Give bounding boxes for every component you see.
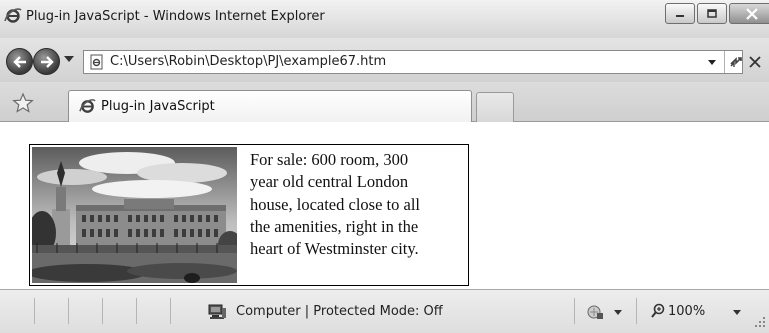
status-divider bbox=[636, 298, 637, 324]
favorites-star-icon[interactable] bbox=[12, 92, 34, 114]
listing-line: year old central London bbox=[250, 172, 409, 192]
palace-photo bbox=[32, 147, 237, 283]
status-divider bbox=[34, 298, 35, 324]
status-bar: Computer | Protected Mode: Off 100% bbox=[0, 289, 769, 333]
listing-line: heart of Westminster city. bbox=[250, 239, 419, 259]
maximize-button[interactable] bbox=[697, 3, 727, 24]
status-divider bbox=[136, 298, 137, 324]
zoom-level[interactable]: 100% bbox=[668, 304, 705, 319]
tab-label: Plug-in JavaScript bbox=[101, 99, 215, 114]
address-url[interactable]: C:\Users\Robin\Desktop\PJ\example67.htm bbox=[110, 54, 386, 69]
navigation-bar: C:\Users\Robin\Desktop\PJ\example67.htm bbox=[0, 38, 769, 82]
close-icon bbox=[746, 7, 758, 20]
security-icon[interactable] bbox=[586, 304, 604, 320]
listing-description: For sale: 600 room, 300 year old central… bbox=[250, 149, 466, 260]
minimize-button[interactable] bbox=[665, 3, 695, 24]
tab-plug-in-javascript[interactable]: Plug-in JavaScript bbox=[68, 90, 472, 122]
back-button[interactable] bbox=[6, 48, 33, 75]
property-listing: For sale: 600 room, 300 year old central… bbox=[29, 144, 469, 286]
ie-tab-icon bbox=[79, 99, 96, 113]
listing-line: For sale: 600 room, 300 bbox=[250, 150, 409, 169]
address-bar[interactable]: C:\Users\Robin\Desktop\PJ\example67.htm bbox=[83, 50, 743, 74]
address-dropdown[interactable] bbox=[708, 60, 716, 65]
status-divider bbox=[102, 298, 103, 324]
zoom-icon[interactable] bbox=[650, 303, 666, 319]
forward-button[interactable] bbox=[33, 48, 60, 75]
minimize-icon bbox=[676, 14, 684, 17]
computer-zone-icon bbox=[208, 304, 226, 319]
status-divider bbox=[68, 298, 69, 324]
zoom-dropdown[interactable] bbox=[733, 310, 741, 315]
page-icon bbox=[90, 54, 103, 70]
close-button[interactable] bbox=[729, 3, 769, 24]
address-separator bbox=[724, 51, 725, 73]
security-zone-text[interactable]: Computer | Protected Mode: Off bbox=[236, 304, 443, 319]
resize-grip-icon[interactable] bbox=[752, 314, 766, 328]
refresh-icon[interactable] bbox=[728, 54, 744, 70]
window-title-bar: Plug-in JavaScript - Windows Internet Ex… bbox=[0, 0, 769, 38]
status-divider bbox=[170, 298, 171, 324]
tab-bar: Plug-in JavaScript bbox=[0, 82, 769, 122]
new-tab-button[interactable] bbox=[476, 92, 514, 122]
recent-pages-dropdown[interactable] bbox=[64, 56, 74, 62]
window-controls bbox=[663, 3, 769, 25]
page-content: For sale: 600 room, 300 year old central… bbox=[0, 123, 769, 289]
forward-arrow-icon bbox=[40, 55, 54, 68]
ie-logo-icon bbox=[4, 8, 22, 23]
back-arrow-icon bbox=[12, 55, 26, 68]
listing-line: house, located close to all bbox=[250, 194, 420, 214]
maximize-icon bbox=[707, 8, 717, 18]
listing-line: the amenities, right in the bbox=[250, 216, 419, 236]
security-dropdown[interactable] bbox=[614, 310, 622, 315]
status-divider bbox=[574, 298, 575, 324]
stop-icon[interactable] bbox=[748, 55, 762, 69]
window-title: Plug-in JavaScript - Windows Internet Ex… bbox=[26, 9, 325, 24]
